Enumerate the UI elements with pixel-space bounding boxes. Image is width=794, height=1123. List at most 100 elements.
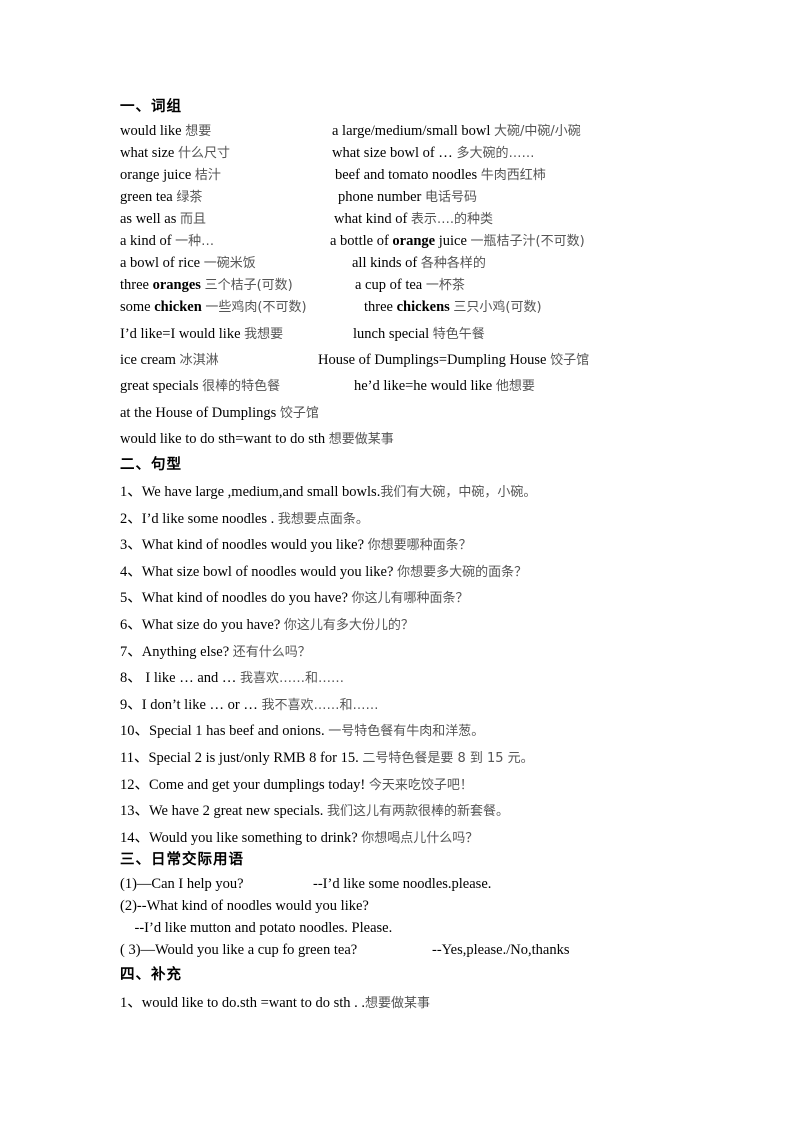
sentence-english: 10、Special 1 has beef and onions. <box>120 723 329 740</box>
vocab-english: would like <box>120 123 186 139</box>
sentence-pattern-item: 13、We have 2 great new specials. 我们这儿有两款… <box>120 802 509 821</box>
vocab-entry-left: ice cream 冰淇淋 <box>120 351 219 370</box>
vocab-english: phone number <box>338 189 425 205</box>
vocab-bold-word: oranges <box>152 277 201 293</box>
vocab-chinese: 桔汁 <box>194 168 221 183</box>
vocab-chinese: 电话号码 <box>424 190 477 205</box>
sentence-pattern-item: 2、I’d like some noodles . 我想要点面条。 <box>120 510 369 529</box>
sentence-english: 2、I’d like some noodles . <box>120 510 278 527</box>
vocab-chinese: 想要做某事 <box>328 432 394 447</box>
vocab-chinese: 什么尺寸 <box>177 146 230 161</box>
vocab-chinese: 一碗米饭 <box>203 256 256 271</box>
vocab-english: what size <box>120 145 178 161</box>
vocab-bold-word: chicken <box>154 299 202 315</box>
vocab-entry-right: he’d like=he would like 他想要 <box>354 377 535 396</box>
vocab-bold-word: chickens <box>396 299 450 315</box>
section-heading-sentence-patterns: 二、句型 <box>120 457 182 473</box>
vocab-chinese: 三只小鸡(可数) <box>453 300 542 315</box>
vocab-entry-right: a cup of tea 一杯茶 <box>355 276 465 295</box>
sentence-english: 1、We have large ,medium,and small bowls. <box>120 484 381 500</box>
sentence-english: 4、What size bowl of noodles would you li… <box>120 563 398 580</box>
sentence-pattern-item: 8、 I like … and … 我喜欢……和…… <box>120 669 344 688</box>
vocab-english: as well as <box>120 211 180 227</box>
vocab-entry-left: I’d like=I would like 我想要 <box>120 325 283 344</box>
dialogue-response: --Yes,please./No,thanks <box>432 942 570 958</box>
vocab-chinese: 特色午餐 <box>432 327 485 342</box>
vocab-entry-right: a large/medium/small bowl 大碗/中碗/小碗 <box>332 122 581 141</box>
sentence-chinese: 还有什么吗？ <box>232 644 311 660</box>
supplement-chinese: 想要做某事 <box>365 996 431 1011</box>
sentence-chinese: 你想要哪种面条？ <box>367 538 472 554</box>
supplement-english: 1、would like to do.sth =want to do sth .… <box>120 995 366 1011</box>
sentence-english: 14、Would you like something to drink? <box>120 829 362 846</box>
vocab-english: I’d like=I would like <box>120 326 245 342</box>
sentence-chinese: 你这儿有多大份儿的？ <box>283 618 414 633</box>
dialogue-line: (2)--What kind of noodles would you like… <box>120 898 369 914</box>
sentence-english: 5、What kind of noodles do you have? <box>120 590 352 607</box>
vocab-entry-left: a bowl of rice 一碗米饭 <box>120 254 256 273</box>
sentence-pattern-item: 4、What size bowl of noodles would you li… <box>120 563 527 582</box>
vocab-text: three <box>364 299 397 315</box>
vocab-entry-right: lunch special 特色午餐 <box>353 325 485 344</box>
sentence-english: 6、What size do you have? <box>120 617 284 633</box>
vocab-entry-right: a bottle of orange juice 一瓶桔子汁(不可数) <box>330 232 585 251</box>
vocab-entry-right: beef and tomato noodles 牛肉西红柿 <box>335 166 546 185</box>
sentence-chinese: 二号特色餐是要 8 到 15 元。 <box>362 751 534 766</box>
vocab-chinese: 想要 <box>185 124 212 139</box>
vocab-chinese: 而且 <box>180 212 207 227</box>
vocab-chinese: 三个桔子(可数) <box>204 278 293 293</box>
vocab-english: a cup of tea <box>355 277 426 293</box>
vocab-entry-left: orange juice 桔汁 <box>120 166 221 185</box>
vocab-chinese: 饺子馆 <box>550 353 590 368</box>
vocab-english: would like to do sth=want to do sth <box>120 431 329 447</box>
vocab-english: what kind of <box>334 211 411 227</box>
supplement-item: 1、would like to do.sth =want to do sth .… <box>120 994 430 1013</box>
vocab-english: a large/medium/small bowl <box>332 123 495 139</box>
vocab-chinese: 多大碗的…… <box>456 146 535 161</box>
vocab-english: a bowl of rice <box>120 255 204 271</box>
sentence-pattern-item: 14、Would you like something to drink? 你想… <box>120 829 478 848</box>
vocab-bold-word: orange <box>392 233 436 249</box>
vocab-english: ice cream <box>120 352 180 368</box>
vocab-entry-right: three chickens 三只小鸡(可数) <box>364 298 542 317</box>
vocab-entry-left: three oranges 三个桔子(可数) <box>120 276 293 295</box>
vocab-chinese: 牛肉西红柿 <box>480 168 546 183</box>
sentence-chinese: 我们有大碗，中碗，小碗。 <box>380 485 537 500</box>
sentence-chinese: 我喜欢……和…… <box>240 671 345 687</box>
vocab-chinese: 冰淇淋 <box>179 353 219 368</box>
sentence-english: 11、Special 2 is just/only RMB 8 for 15. <box>120 750 363 766</box>
sentence-pattern-item: 5、What kind of noodles do you have? 你这儿有… <box>120 589 469 608</box>
vocab-entry-right: phone number 电话号码 <box>338 188 477 207</box>
vocab-entry-left: green tea 绿茶 <box>120 188 202 207</box>
sentence-chinese: 我们这儿有两款很棒的新套餐。 <box>327 804 510 820</box>
section-heading-supplement: 四、补充 <box>120 967 182 983</box>
vocab-entry-left: some chicken 一些鸡肉(不可数) <box>120 298 307 317</box>
sentence-chinese: 你想喝点儿什么吗？ <box>361 830 479 846</box>
vocab-entry-left: as well as 而且 <box>120 210 206 229</box>
section-heading-vocabulary: 一、词组 <box>120 99 182 115</box>
sentence-english: 12、Come and get your dumplings today! <box>120 776 369 793</box>
vocab-chinese: 我想要 <box>244 327 284 342</box>
sentence-pattern-item: 12、Come and get your dumplings today! 今天… <box>120 776 473 795</box>
document-page: 一、词组 would like 想要 a large/medium/small b… <box>0 0 794 1123</box>
vocab-chinese: 大碗/中碗/小碗 <box>494 124 581 139</box>
sentence-pattern-item: 10、Special 1 has beef and onions. 一号特色餐有… <box>120 722 484 741</box>
dialogue-line: --I’d like mutton and potato noodles. Pl… <box>120 920 393 936</box>
vocab-text: a bottle of <box>330 233 393 249</box>
sentence-pattern-item: 6、What size do you have? 你这儿有多大份儿的？ <box>120 616 414 635</box>
vocab-english: lunch special <box>353 326 433 342</box>
vocab-text: three <box>120 277 153 293</box>
vocab-english: what size bowl of … <box>332 145 457 161</box>
vocab-chinese: 绿茶 <box>176 190 203 205</box>
vocab-chinese: 饺子馆 <box>279 406 319 421</box>
vocab-chinese: 一杯茶 <box>425 278 465 293</box>
vocab-entry-left: would like 想要 <box>120 122 211 141</box>
sentence-english: 8、 I like … and … <box>120 670 241 687</box>
sentence-chinese: 今天来吃饺子吧！ <box>368 777 473 793</box>
sentence-chinese: 我想要点面条。 <box>277 511 369 527</box>
vocab-entry-left: great specials 很棒的特色餐 <box>120 377 280 396</box>
vocab-chinese: 一些鸡肉(不可数) <box>205 300 307 315</box>
vocab-entry-right: what size bowl of … 多大碗的…… <box>332 144 534 163</box>
vocab-english: juice <box>435 233 471 249</box>
vocab-chinese: 各种各样的 <box>420 256 486 271</box>
